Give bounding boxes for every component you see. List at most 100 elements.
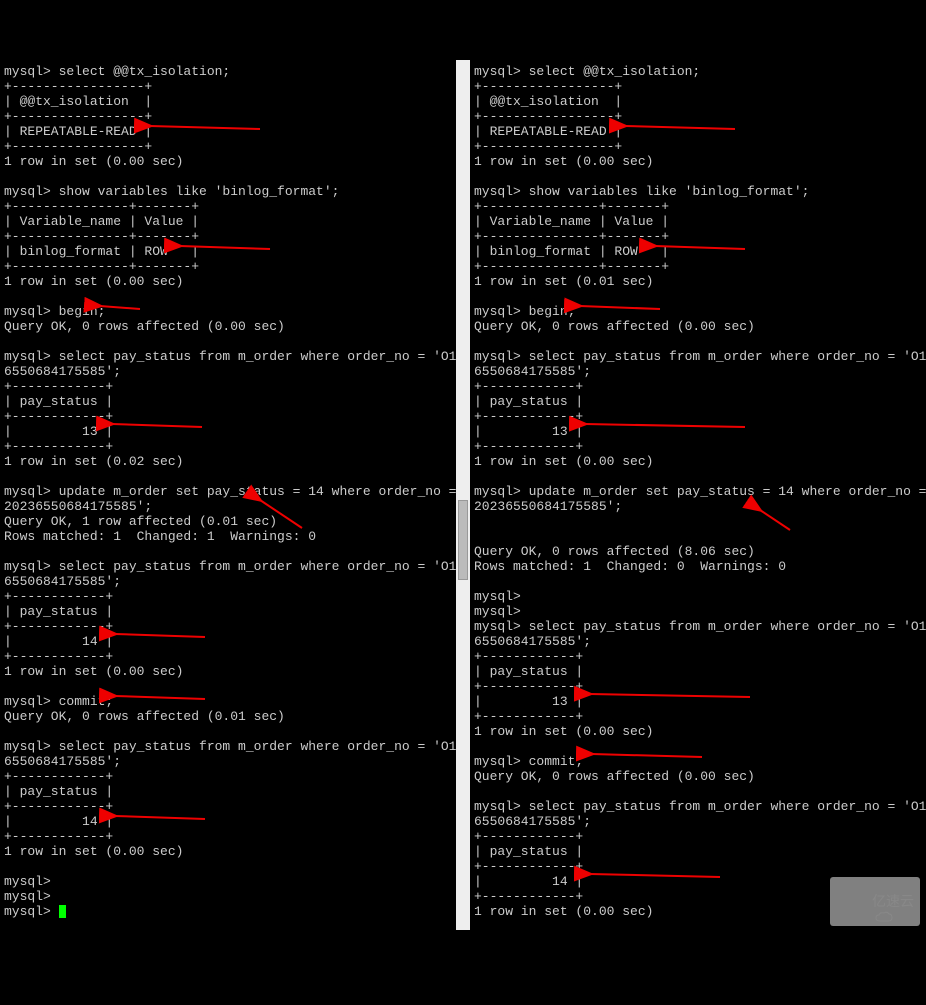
- terminal-line: +------------+: [474, 709, 922, 724]
- terminal-line: | binlog_format | ROW |: [4, 244, 452, 259]
- pane-divider[interactable]: [456, 60, 470, 930]
- terminal-line: +------------+: [474, 859, 922, 874]
- terminal-line: +------------+: [4, 619, 452, 634]
- terminal-line: [4, 334, 452, 349]
- terminal-line: [474, 469, 922, 484]
- terminal-line: | pay_status |: [4, 394, 452, 409]
- terminal-line: Query OK, 0 rows affected (0.01 sec): [4, 709, 452, 724]
- scrollbar-thumb[interactable]: [458, 500, 468, 580]
- terminal-line: +-----------------+: [474, 79, 922, 94]
- terminal-line: 1 row in set (0.00 sec): [4, 664, 452, 679]
- terminal-line: 6550684175585';: [474, 814, 922, 829]
- terminal-line: [474, 574, 922, 589]
- terminal-line: 1 row in set (0.00 sec): [474, 154, 922, 169]
- terminal-line: | @@tx_isolation |: [474, 94, 922, 109]
- terminal-line: 1 row in set (0.00 sec): [474, 454, 922, 469]
- terminal-line: | 13 |: [474, 694, 922, 709]
- terminal-line: [474, 334, 922, 349]
- terminal-line: [4, 679, 452, 694]
- terminal-line: mysql> update m_order set pay_status = 1…: [474, 484, 922, 499]
- terminal-line: mysql>: [4, 874, 452, 889]
- terminal-line: +------------+: [474, 439, 922, 454]
- terminal-line: +---------------+-------+: [474, 259, 922, 274]
- terminal-line: Query OK, 0 rows affected (0.00 sec): [4, 319, 452, 334]
- terminal-line: | binlog_format | ROW |: [474, 244, 922, 259]
- terminal-line: +------------+: [474, 649, 922, 664]
- terminal-line: 1 row in set (0.00 sec): [4, 274, 452, 289]
- terminal-line: [4, 859, 452, 874]
- terminal-line: +---------------+-------+: [4, 259, 452, 274]
- terminal-line: [474, 529, 922, 544]
- terminal-line: | pay_status |: [4, 604, 452, 619]
- terminal-line: mysql> select @@tx_isolation;: [474, 64, 922, 79]
- terminal-line: Query OK, 0 rows affected (0.00 sec): [474, 319, 922, 334]
- right-terminal[interactable]: mysql> select @@tx_isolation;+----------…: [470, 60, 926, 930]
- terminal-line: [4, 169, 452, 184]
- terminal-line: Query OK, 1 row affected (0.01 sec): [4, 514, 452, 529]
- terminal-line: mysql> select @@tx_isolation;: [4, 64, 452, 79]
- terminal-line: mysql>: [4, 889, 452, 904]
- terminal-line: mysql> update m_order set pay_status = 1…: [4, 484, 452, 499]
- terminal-line: Rows matched: 1 Changed: 1 Warnings: 0: [4, 529, 452, 544]
- terminal-line: | @@tx_isolation |: [4, 94, 452, 109]
- terminal-line: [474, 739, 922, 754]
- terminal-line: mysql> select pay_status from m_order wh…: [4, 739, 452, 754]
- terminal-line: mysql>: [474, 604, 922, 619]
- terminal-line: +---------------+-------+: [474, 229, 922, 244]
- terminal-line: [474, 169, 922, 184]
- terminal-line: +------------+: [474, 679, 922, 694]
- terminal-line: +------------+: [474, 379, 922, 394]
- terminal-line: | 13 |: [474, 424, 922, 439]
- terminal-line: | pay_status |: [474, 394, 922, 409]
- terminal-line: [474, 784, 922, 799]
- terminal-line: mysql> select pay_status from m_order wh…: [4, 559, 452, 574]
- terminal-line: 6550684175585';: [474, 364, 922, 379]
- terminal-line: +------------+: [4, 649, 452, 664]
- terminal-line: +------------+: [4, 589, 452, 604]
- terminal-line: +-----------------+: [474, 109, 922, 124]
- terminal-line: mysql> select pay_status from m_order wh…: [474, 799, 922, 814]
- terminal-line: 1 row in set (0.00 sec): [4, 154, 452, 169]
- terminal-line: [4, 289, 452, 304]
- terminal-line: mysql> begin;: [4, 304, 452, 319]
- cursor: [59, 905, 66, 918]
- watermark-logo: 亿速云: [830, 877, 920, 926]
- terminal-line: +------------+: [4, 409, 452, 424]
- terminal-line: +-----------------+: [4, 139, 452, 154]
- terminal-line: [4, 469, 452, 484]
- terminal-line: Rows matched: 1 Changed: 0 Warnings: 0: [474, 559, 922, 574]
- terminal-line: +---------------+-------+: [474, 199, 922, 214]
- terminal-line: 1 row in set (0.01 sec): [474, 274, 922, 289]
- terminal-line: Query OK, 0 rows affected (0.00 sec): [474, 769, 922, 784]
- terminal-line: mysql> select pay_status from m_order wh…: [474, 349, 922, 364]
- scrollbar-track[interactable]: [457, 60, 469, 930]
- terminal-line: | pay_status |: [4, 784, 452, 799]
- terminal-line: 1 row in set (0.00 sec): [4, 844, 452, 859]
- terminal-line: mysql> show variables like 'binlog_forma…: [4, 184, 452, 199]
- terminal-line: mysql> select pay_status from m_order wh…: [4, 349, 452, 364]
- terminal-line: Query OK, 0 rows affected (8.06 sec): [474, 544, 922, 559]
- terminal-line: | 13 |: [4, 424, 452, 439]
- terminal-line: [4, 544, 452, 559]
- terminal-line: | Variable_name | Value |: [474, 214, 922, 229]
- terminal-line: | Variable_name | Value |: [4, 214, 452, 229]
- watermark-text: 亿速云: [872, 893, 914, 909]
- terminal-line: +------------+: [474, 829, 922, 844]
- terminal-line: mysql> show variables like 'binlog_forma…: [474, 184, 922, 199]
- left-terminal[interactable]: mysql> select @@tx_isolation;+----------…: [0, 60, 456, 930]
- terminal-line: +-----------------+: [4, 79, 452, 94]
- terminal-line: 20236550684175585';: [474, 499, 922, 514]
- terminal-line: | 14 |: [4, 814, 452, 829]
- terminal-line: | REPEATABLE-READ |: [474, 124, 922, 139]
- terminal-line: 6550684175585';: [4, 574, 452, 589]
- terminal-line: +---------------+-------+: [4, 229, 452, 244]
- terminal-line: mysql> commit;: [474, 754, 922, 769]
- terminal-line: 1 row in set (0.00 sec): [474, 724, 922, 739]
- terminal-line: | pay_status |: [474, 664, 922, 679]
- terminal-line: 20236550684175585';: [4, 499, 452, 514]
- terminal-line: mysql>: [4, 904, 452, 919]
- terminal-line: | 14 |: [4, 634, 452, 649]
- terminal-line: [474, 289, 922, 304]
- terminal-line: +------------+: [474, 409, 922, 424]
- terminal-line: mysql>: [474, 589, 922, 604]
